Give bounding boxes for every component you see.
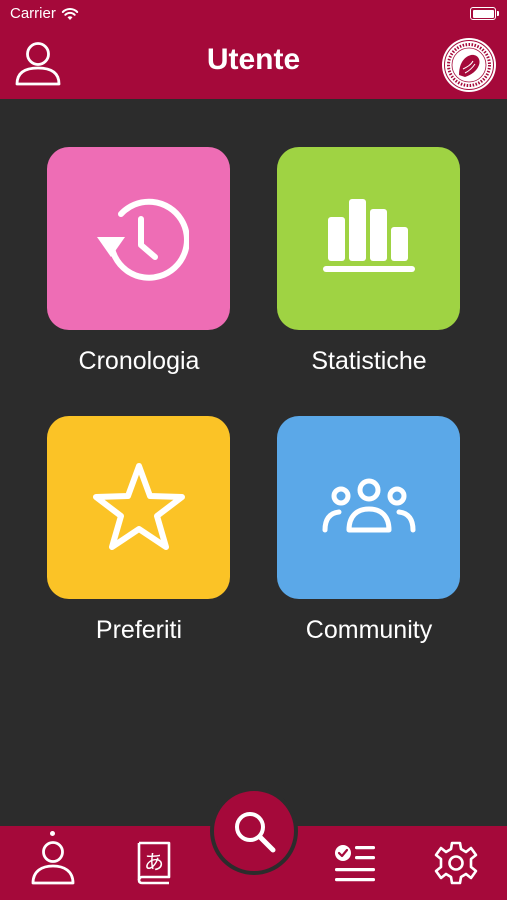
checklist-icon[interactable]: [332, 842, 378, 886]
settings-icon[interactable]: [433, 840, 479, 886]
bar-chart-icon: [322, 198, 415, 272]
search-button[interactable]: [210, 787, 298, 875]
tile-label-community: Community: [305, 616, 433, 644]
tile-preferiti[interactable]: [47, 416, 230, 599]
university-seal-icon: [442, 38, 496, 92]
tile-community[interactable]: [277, 416, 460, 599]
tile-label-preferiti: Preferiti: [95, 616, 183, 644]
community-icon: [322, 478, 415, 532]
dictionary-icon[interactable]: あ: [133, 840, 175, 886]
tile-cronologia[interactable]: [47, 147, 230, 330]
star-icon: [92, 462, 185, 550]
page-title: Utente: [206, 43, 301, 76]
search-icon: [235, 812, 276, 853]
battery-icon: [470, 7, 499, 20]
status-bar: Carrier: [10, 5, 79, 22]
tile-statistiche[interactable]: [277, 147, 460, 330]
history-icon: [96, 198, 189, 281]
svg-text:あ: あ: [144, 850, 164, 874]
tile-label-statistiche: Statistiche: [311, 347, 427, 375]
app-header: Carrier Utente: [0, 0, 507, 99]
active-indicator: [50, 831, 55, 836]
wifi-icon: [61, 7, 79, 20]
carrier-label: Carrier: [10, 5, 56, 22]
profile-icon[interactable]: [30, 838, 76, 886]
tile-label-cronologia: Cronologia: [78, 347, 200, 375]
